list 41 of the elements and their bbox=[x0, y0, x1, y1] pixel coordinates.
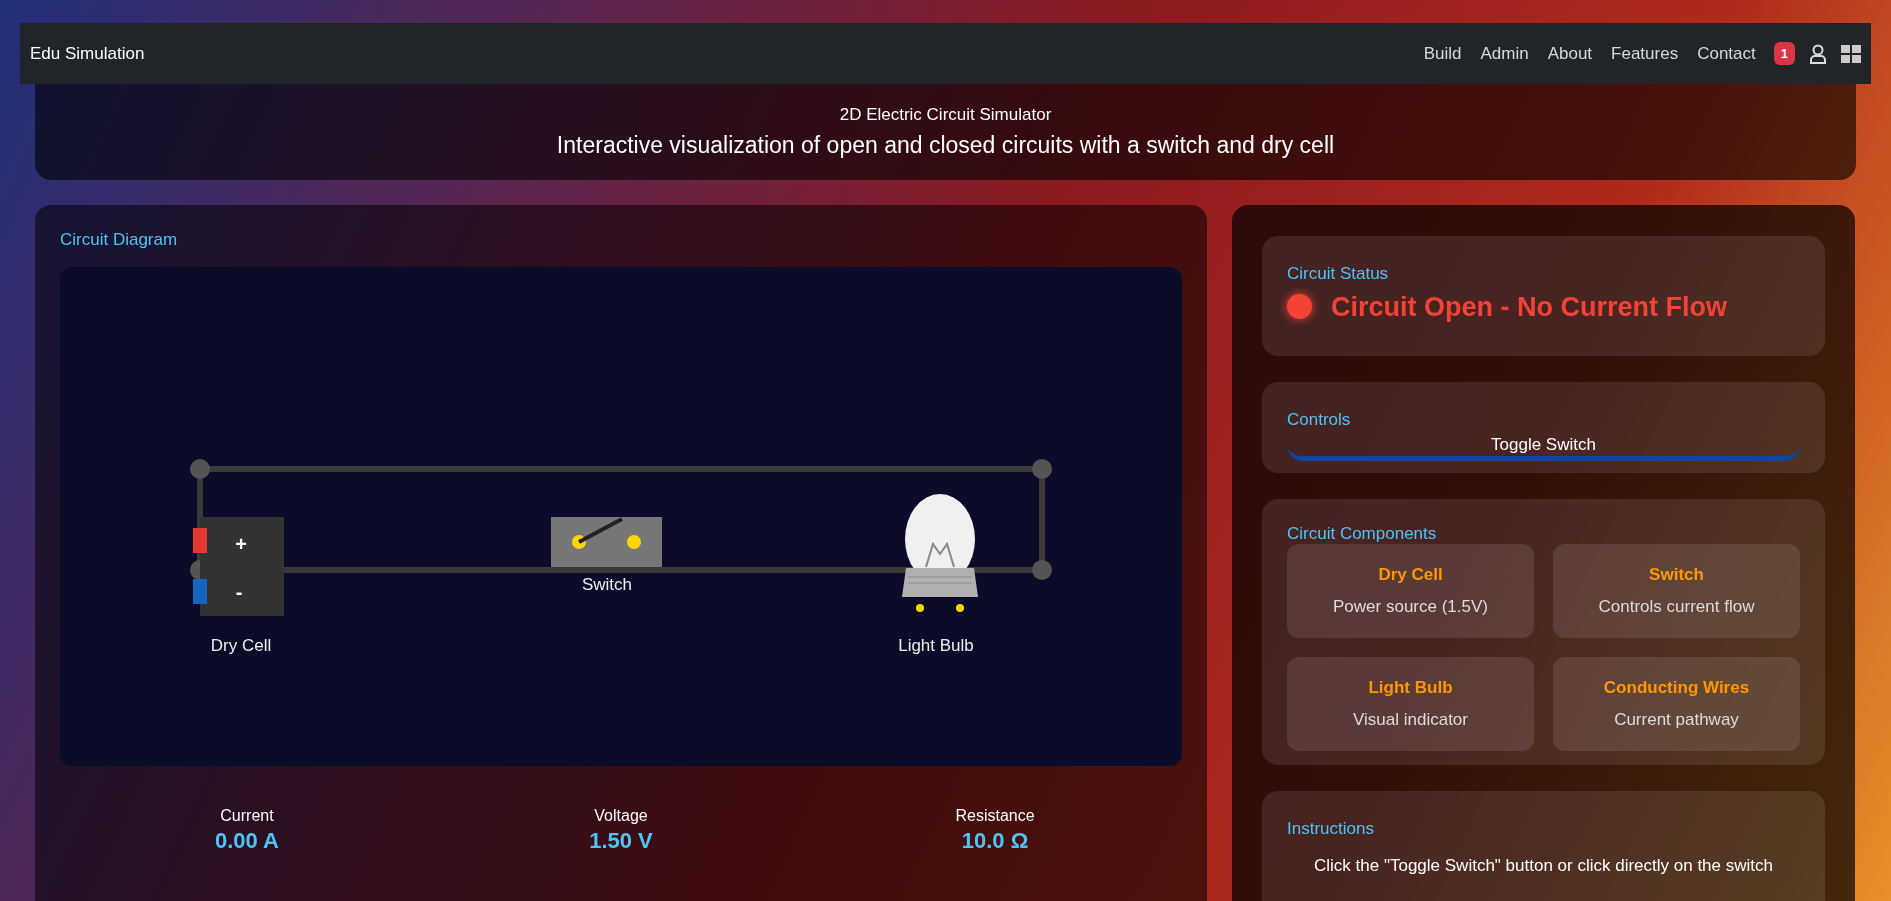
panel-title: Circuit Diagram bbox=[60, 229, 179, 251]
reading-value: 10.0 Ω bbox=[961, 827, 1029, 854]
card-title: Circuit Status bbox=[1287, 263, 1390, 285]
component-name: Dry Cell bbox=[1378, 564, 1443, 587]
brand-link[interactable]: Edu Simulation bbox=[30, 40, 145, 67]
positive-terminal bbox=[193, 527, 207, 553]
reading-value: 0.00 A bbox=[215, 827, 279, 854]
card-title: Controls bbox=[1287, 409, 1352, 432]
switch-drawing[interactable] bbox=[551, 516, 662, 567]
status-text: Circuit Open - No Current Flow bbox=[1331, 290, 1727, 324]
notification-badge[interactable]: 1 bbox=[1773, 41, 1795, 66]
component-name: Light Bulb bbox=[1368, 677, 1453, 700]
component-label: Switch bbox=[581, 574, 633, 594]
card-title: Instructions bbox=[1287, 817, 1375, 840]
component-description: Visual indicator bbox=[1353, 708, 1468, 731]
nav-link[interactable]: Build bbox=[1423, 40, 1462, 67]
nav-link[interactable]: Admin bbox=[1480, 40, 1529, 67]
reading-label: Voltage bbox=[594, 805, 648, 826]
component-name: Conducting Wires bbox=[1603, 677, 1750, 700]
grid-icon[interactable] bbox=[1841, 44, 1861, 63]
negative-terminal bbox=[193, 578, 207, 604]
reading-label: Resistance bbox=[955, 805, 1035, 826]
reading-value: 1.50 V bbox=[589, 827, 653, 854]
page-subtitle: Interactive visualization of open and closed circuits with a switch and dry cell bbox=[556, 130, 1335, 160]
reading-label: Current bbox=[220, 805, 274, 826]
positive-sign: + bbox=[235, 532, 247, 555]
card-title: Circuit Components bbox=[1287, 523, 1438, 544]
nav-link[interactable]: Features bbox=[1611, 40, 1679, 67]
page-title: 2D Electric Circuit Simulator bbox=[839, 104, 1052, 126]
user-icon[interactable] bbox=[1809, 43, 1827, 64]
instructions-text: Click the "Toggle Switch" button or click directly on the switch bbox=[1313, 855, 1774, 878]
component-label: Dry Cell bbox=[210, 635, 272, 655]
negative-sign: - bbox=[235, 580, 243, 603]
component-description: Power source (1.5V) bbox=[1333, 595, 1488, 618]
nav-link[interactable]: Contact bbox=[1697, 40, 1756, 67]
component-description: Controls current flow bbox=[1598, 595, 1755, 618]
component-label: Light Bulb bbox=[898, 635, 974, 655]
component-description: Current pathway bbox=[1614, 708, 1739, 731]
toggle-switch-button[interactable]: Toggle Switch bbox=[1287, 433, 1800, 461]
nav-link[interactable]: About bbox=[1547, 40, 1593, 67]
component-name: Switch bbox=[1649, 564, 1704, 587]
